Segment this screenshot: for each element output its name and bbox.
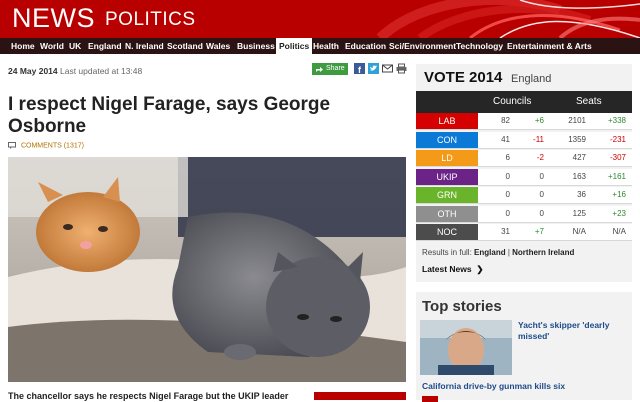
seats-change: +338 xyxy=(607,116,626,125)
vote-row-ld: LD 6 -2 427 -307 xyxy=(416,150,632,167)
party-label: OTH xyxy=(416,205,478,222)
councils-change: +7 xyxy=(534,227,544,236)
seats-change: -231 xyxy=(609,134,626,144)
chevron-right-icon: ❯ xyxy=(473,264,484,274)
section-title[interactable]: POLITICS xyxy=(105,9,196,31)
nav-item-politics[interactable]: Politics xyxy=(276,38,313,54)
share-label: Share xyxy=(326,65,345,72)
councils-count: 0 xyxy=(505,190,510,199)
councils-change: -11 xyxy=(533,134,544,144)
councils-count: 31 xyxy=(501,227,510,236)
seats-count: 2101 xyxy=(568,116,586,125)
nav-item-scotland[interactable]: Scotland xyxy=(167,38,203,54)
seats-change: -307 xyxy=(609,153,626,162)
party-label: LD xyxy=(416,150,478,166)
results-england-link[interactable]: England xyxy=(474,248,506,257)
seats-count: 427 xyxy=(572,153,586,162)
site-logo[interactable]: NEWS xyxy=(12,3,95,34)
comments-count: COMMENTS (1317) xyxy=(20,142,84,150)
councils-change: -2 xyxy=(536,153,544,162)
party-label: UKIP xyxy=(416,168,478,185)
latest-news-link[interactable]: Latest News ❯ xyxy=(422,264,483,275)
seats-count: N/A xyxy=(572,227,586,236)
nav-item-wales[interactable]: Wales xyxy=(206,38,230,54)
results-prefix: Results in full: xyxy=(422,248,472,257)
nav-item-world[interactable]: World xyxy=(40,38,64,54)
top-story-link[interactable]: Yacht's skipper 'dearly missed' xyxy=(518,320,628,342)
councils-count: 41 xyxy=(501,134,510,144)
seats-header: Seats xyxy=(576,96,602,107)
main-navigation: Home World UK England N. Ireland Scotland Wale… xyxy=(0,38,640,54)
top-stories-title: Top stories xyxy=(422,298,502,315)
councils-change: 0 xyxy=(539,208,544,218)
article-photo xyxy=(8,157,406,382)
party-label: LAB xyxy=(416,113,478,129)
vote-row-lab: LAB 82 +6 2101 +338 xyxy=(416,113,632,130)
vote-table-header: Councils Seats xyxy=(416,91,632,113)
vote-2014-panel: VOTE 2014 England Councils Seats LAB 82 +6… xyxy=(416,64,632,282)
seats-change: +16 xyxy=(612,190,626,199)
seats-count: 163 xyxy=(572,171,586,181)
vote-row-con: CON 41 -11 1359 -231 xyxy=(416,131,632,149)
nav-item-business[interactable]: Business xyxy=(237,38,275,54)
nav-item-sci-environment[interactable]: Sci/Environment xyxy=(389,38,456,54)
story-thumbnail[interactable] xyxy=(420,320,512,375)
article-updated: Last updated at 13:48 xyxy=(60,66,143,76)
nav-item-england[interactable]: England xyxy=(88,38,122,54)
latest-news-label: Latest News xyxy=(422,264,472,274)
nav-item-n-ireland[interactable]: N. Ireland xyxy=(125,38,164,54)
councils-change: 0 xyxy=(539,190,544,199)
results-ni-link[interactable]: Northern Ireland xyxy=(512,248,574,257)
results-in-full: Results in full: England | Northern Irel… xyxy=(422,248,574,257)
comment-icon xyxy=(8,142,16,149)
councils-count: 6 xyxy=(505,153,510,162)
top-story-link[interactable]: California drive-by gunman kills six xyxy=(422,381,565,391)
twitter-icon[interactable] xyxy=(368,63,379,74)
site-header: NEWS POLITICS xyxy=(0,0,640,38)
nav-item-education[interactable]: Education xyxy=(345,38,386,54)
councils-header: Councils xyxy=(493,96,532,107)
article-headline: I respect Nigel Farage, says George Osbo… xyxy=(8,94,331,137)
nav-item-entertainment-arts[interactable]: Entertainment & Arts xyxy=(507,38,592,54)
top-stories-panel: Top stories Yacht's skipper 'dearly miss… xyxy=(416,292,632,402)
article-date: 24 May 2014 xyxy=(8,66,58,76)
vote-row-ukip: UKIP 0 0 163 +161 xyxy=(416,168,632,186)
vote-row-noc: NOC 31 +7 N/A N/A xyxy=(416,224,632,241)
seats-count: 125 xyxy=(572,208,586,218)
nav-item-technology[interactable]: Technology xyxy=(456,38,503,54)
vote-row-grn: GRN 0 0 36 +16 xyxy=(416,187,632,204)
nav-item-uk[interactable]: UK xyxy=(69,38,81,54)
councils-count: 0 xyxy=(505,208,510,218)
party-label: CON xyxy=(416,131,478,148)
party-label: NOC xyxy=(416,224,478,240)
comments-link[interactable]: COMMENTS (1317) xyxy=(8,142,84,149)
vote-region: England xyxy=(511,73,552,85)
councils-count: 82 xyxy=(501,116,510,125)
share-icon xyxy=(316,67,323,72)
email-icon[interactable] xyxy=(382,63,393,74)
story-marker xyxy=(422,396,438,402)
councils-change: 0 xyxy=(539,171,544,181)
seats-count: 1359 xyxy=(568,134,586,144)
share-button[interactable]: Share xyxy=(312,63,348,75)
vote-row-oth: OTH 0 0 125 +23 xyxy=(416,205,632,223)
party-label: GRN xyxy=(416,187,478,203)
print-icon[interactable] xyxy=(396,63,407,74)
seats-change: N/A xyxy=(612,227,626,236)
nav-item-home[interactable]: Home xyxy=(11,38,35,54)
facebook-icon[interactable]: f xyxy=(354,63,365,74)
seats-count: 36 xyxy=(577,190,586,199)
councils-change: +6 xyxy=(534,116,544,125)
seats-change: +23 xyxy=(612,208,626,218)
vote-title: VOTE 2014 xyxy=(424,69,503,86)
promo-bar xyxy=(314,392,406,400)
seats-change: +161 xyxy=(607,171,626,181)
nav-item-health[interactable]: Health xyxy=(313,38,339,54)
councils-count: 0 xyxy=(505,171,510,181)
article-meta: 24 May 2014 Last updated at 13:48 xyxy=(8,66,142,76)
header-swirl-graphic xyxy=(376,0,640,38)
